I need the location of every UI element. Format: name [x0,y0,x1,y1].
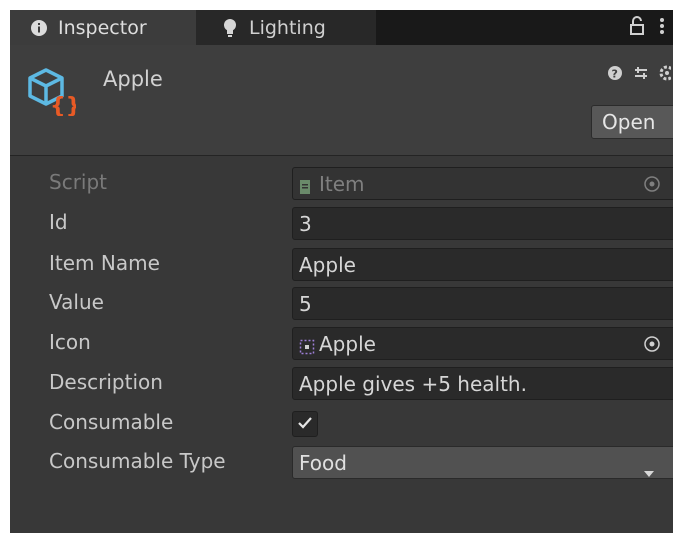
property-consumable: Consumable [10,406,673,440]
script-file-icon [299,176,315,194]
icon-field-value: Apple [319,331,376,356]
help-icon[interactable]: ? [607,65,623,86]
lightbulb-icon [220,18,240,38]
checkmark-icon [297,415,313,434]
property-label: Item Name [49,251,160,275]
kebab-menu-icon[interactable] [659,16,665,41]
property-icon: Icon Apple [10,326,673,360]
info-icon [29,18,49,38]
property-label: Value [49,290,104,314]
consumable-type-dropdown[interactable]: Food [292,446,673,479]
lock-icon[interactable] [629,16,645,41]
script-field: Item [292,167,673,200]
property-label: Script [49,170,108,194]
icon-object-field[interactable]: Apple [292,327,673,360]
item-name-input[interactable]: Apple [292,248,673,281]
property-item-name: Item Name Apple [10,247,673,281]
property-value: Value 5 [10,286,673,320]
tab-bar: Inspector Lighting [10,10,673,45]
script-field-value: Item [319,171,365,196]
id-input[interactable]: 3 [292,207,673,240]
value-input[interactable]: 5 [292,287,673,320]
asset-title: Apple [103,67,163,91]
property-label: Id [49,210,68,234]
property-label: Consumable Type [49,449,226,473]
tab-lighting-label: Lighting [249,16,326,39]
svg-text:{}: {} [50,94,76,116]
property-description: Description Apple gives +5 health. [10,366,673,400]
property-id: Id 3 [10,206,673,240]
object-picker-icon [643,174,661,192]
tab-lighting[interactable]: Lighting [196,10,376,45]
property-label: Icon [49,330,91,354]
description-input[interactable]: Apple gives +5 health. [292,367,673,400]
property-consumable-type: Consumable Type Food [10,445,673,479]
dropdown-value: Food [299,450,347,475]
inspector-window: Inspector Lighting {} Apple [10,10,673,533]
property-script: Script Item [10,166,673,200]
tab-inspector[interactable]: Inspector [10,10,196,45]
tab-inspector-label: Inspector [58,16,147,39]
preset-icon[interactable] [633,65,649,86]
inspector-header: {} Apple ? Open [10,45,673,156]
gear-icon[interactable] [659,65,673,86]
property-label: Description [49,370,163,394]
object-picker-icon[interactable] [643,334,661,352]
svg-text:?: ? [612,68,618,81]
property-label: Consumable [49,410,174,434]
open-button[interactable]: Open [591,105,673,139]
dropdown-arrow-icon [643,459,655,483]
scriptable-object-icon: {} [26,66,81,119]
consumable-checkbox[interactable] [292,411,318,437]
sprite-icon [299,336,315,354]
